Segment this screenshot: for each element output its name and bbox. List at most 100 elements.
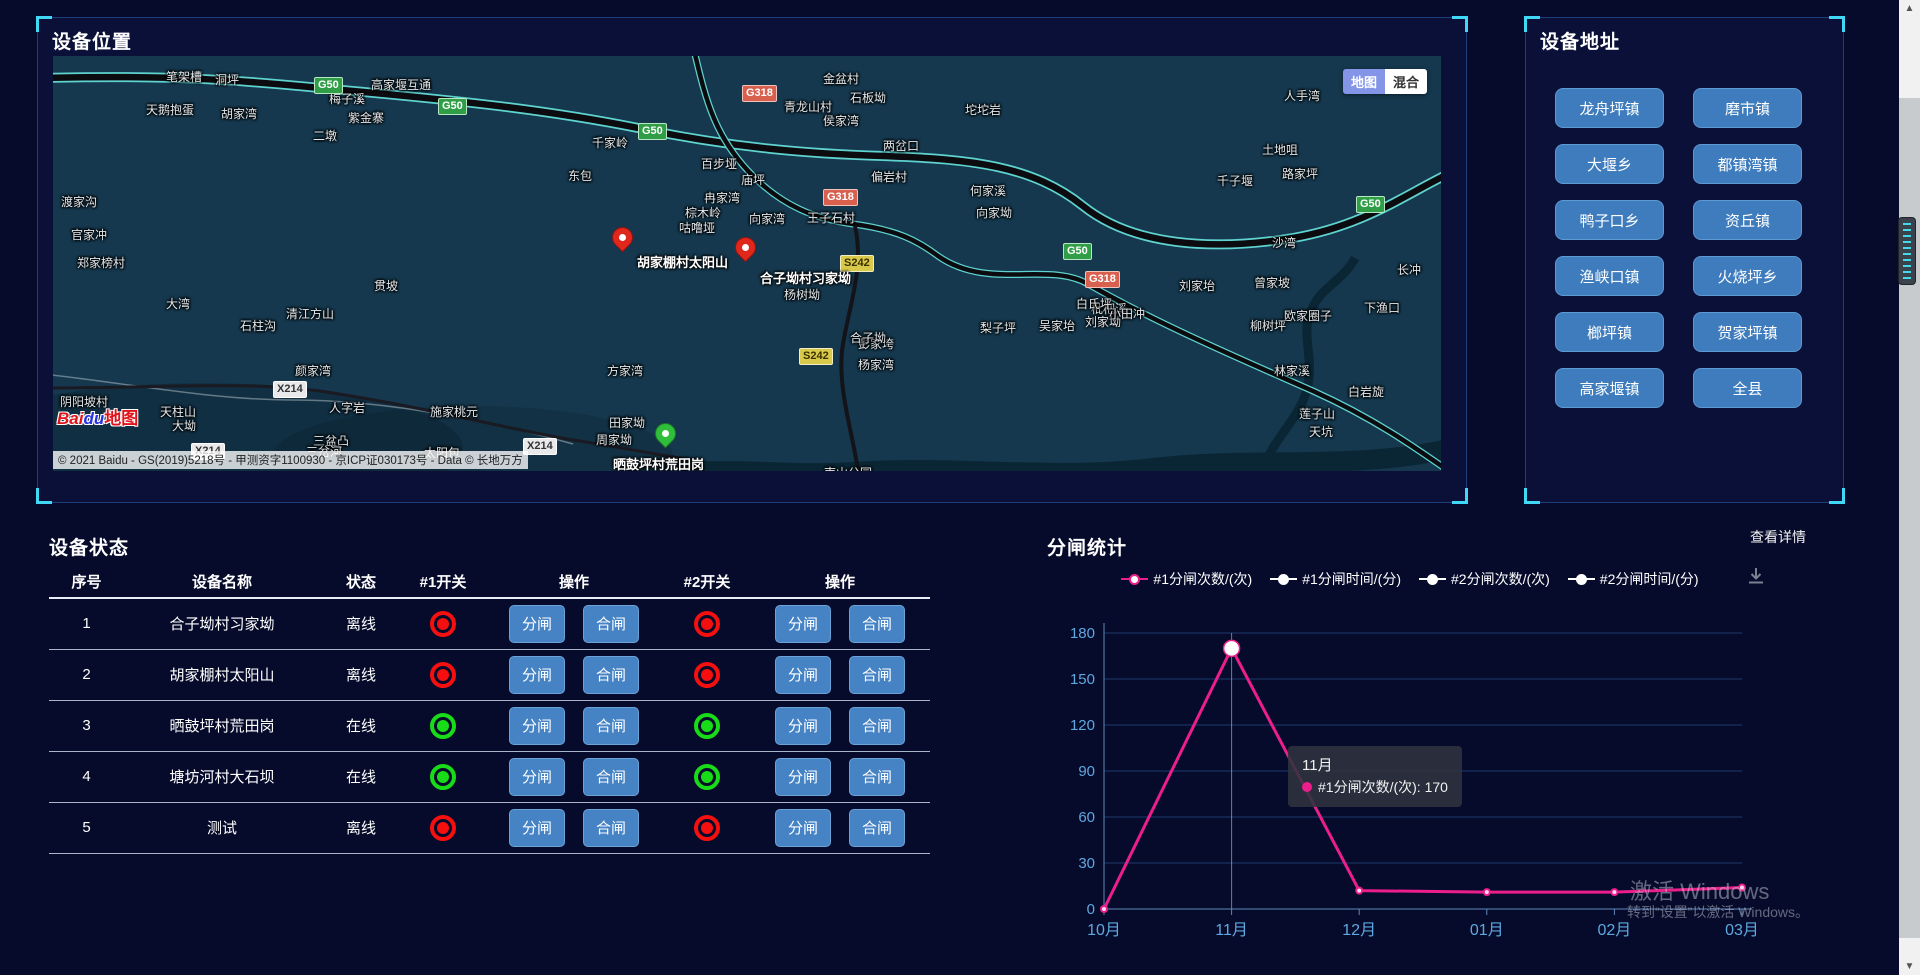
address-button[interactable]: 磨市镇 [1693, 88, 1802, 128]
open-switch1-button[interactable]: 分闸 [509, 809, 565, 847]
address-button[interactable]: 高家堰镇 [1555, 368, 1664, 408]
switch1-indicator [430, 815, 456, 841]
tooltip-value-line: #1分闸次数/(次): 170 [1302, 777, 1448, 799]
row-index: 4 [49, 751, 124, 802]
map-place-label: 曾家坡 [1254, 274, 1290, 291]
map-place-label: 长冲 [1397, 261, 1421, 278]
baidu-map[interactable]: 笔架槽洞坪高家堰互通天鹅抱蛋胡家湾梅子溪紫金寨二墩青龙山村金盆村石板坳侯家湾坨坨… [53, 56, 1441, 471]
legend-label: #2分闸次数/(次) [1451, 569, 1550, 589]
close-switch2-button[interactable]: 合闸 [849, 656, 905, 694]
map-place-label: 方家湾 [607, 362, 643, 379]
address-button[interactable]: 火烧坪乡 [1693, 256, 1802, 296]
corner-decoration [1524, 16, 1540, 32]
switch2-indicator [694, 611, 720, 637]
close-switch2-button[interactable]: 合闸 [849, 809, 905, 847]
map-type-option[interactable]: 地图 [1343, 69, 1385, 94]
open-switch2-button[interactable]: 分闸 [775, 758, 831, 796]
legend-item[interactable]: #2分闸时间/(分) [1568, 569, 1699, 589]
svg-text:30: 30 [1078, 855, 1095, 872]
baidu-logo[interactable]: Baidu地图 [57, 404, 138, 429]
row-index: 1 [49, 598, 124, 649]
chart-tooltip: 11月 #1分闸次数/(次): 170 [1288, 746, 1462, 807]
switch2-indicator [694, 662, 720, 688]
map-place-label: 梨子坪 [980, 319, 1016, 336]
address-button[interactable]: 全县 [1693, 368, 1802, 408]
close-switch2-button[interactable]: 合闸 [849, 707, 905, 745]
map-place-label: 笔架槽 [166, 68, 202, 85]
map-place-label: 沙湾 [1272, 234, 1296, 251]
 [1576, 574, 1587, 585]
open-switch1-button[interactable]: 分闸 [509, 656, 565, 694]
 [1129, 574, 1140, 585]
road-shield-g50: G50 [438, 98, 467, 115]
map-place-label: 千子堰 [1217, 172, 1253, 189]
legend-marker-icon [1419, 573, 1446, 585]
switch1-cell [402, 700, 484, 751]
switch2-cell [664, 649, 750, 700]
map-type-option[interactable]: 混合 [1385, 69, 1427, 94]
address-button[interactable]: 鸭子口乡 [1555, 200, 1664, 240]
address-button-grid: 龙舟坪镇磨市镇大堰乡都镇湾镇鸭子口乡资丘镇渔峡口镇火烧坪乡榔坪镇贺家坪镇高家堰镇… [1555, 88, 1802, 408]
address-button[interactable]: 都镇湾镇 [1693, 144, 1802, 184]
device-status: 离线 [320, 802, 402, 853]
row-index: 3 [49, 700, 124, 751]
map-place-label: 杨家湾 [858, 356, 894, 373]
close-switch1-button[interactable]: 合闸 [583, 707, 639, 745]
legend-label: #1分闸次数/(次) [1153, 569, 1252, 589]
open-switch1-button[interactable]: 分闸 [509, 758, 565, 796]
open-switch2-button[interactable]: 分闸 [775, 707, 831, 745]
close-switch1-button[interactable]: 合闸 [583, 605, 639, 643]
download-icon[interactable] [1745, 565, 1767, 587]
column-header: 设备名称 [124, 566, 320, 598]
open-switch2-button[interactable]: 分闸 [775, 809, 831, 847]
map-place-label: 二墩 [313, 127, 337, 144]
chart-legend: #1分闸次数/(次) #1分闸时间/(分) #2分闸次数/(次) #2分闸时间/(分) [1060, 569, 1760, 589]
scrollbar-down-arrow[interactable]: ▼ [1899, 961, 1920, 972]
column-header: 操作 [484, 566, 664, 598]
map-place-label: 向家湾 [749, 210, 785, 227]
svg-text:120: 120 [1070, 717, 1095, 734]
map-place-label: 下渔口 [1364, 299, 1400, 316]
legend-item[interactable]: #1分闸时间/(分) [1270, 569, 1401, 589]
view-details-link[interactable]: 查看详情 [1750, 527, 1806, 547]
open-switch1-button[interactable]: 分闸 [509, 605, 565, 643]
svg-text:03月: 03月 [1725, 922, 1759, 939]
close-switch1-button[interactable]: 合闸 [583, 809, 639, 847]
map-place-label: 土地咀 [1262, 141, 1298, 158]
map-type-control: 地图混合 [1343, 69, 1427, 94]
device-name: 塘坊河村大石坝 [124, 751, 320, 802]
address-button[interactable]: 龙舟坪镇 [1555, 88, 1664, 128]
device-name: 晒鼓坪村荒田岗 [124, 700, 320, 751]
operation1-cell: 分闸合闸 [484, 598, 664, 649]
map-place-label: 洞坪 [215, 71, 239, 88]
legend-item[interactable]: #2分闸次数/(次) [1419, 569, 1550, 589]
address-button[interactable]: 渔峡口镇 [1555, 256, 1664, 296]
road-shield-g318: G318 [1085, 271, 1120, 288]
close-switch1-button[interactable]: 合闸 [583, 758, 639, 796]
open-switch1-button[interactable]: 分闸 [509, 707, 565, 745]
address-button[interactable]: 榔坪镇 [1555, 312, 1664, 352]
address-button[interactable]: 大堰乡 [1555, 144, 1664, 184]
address-button[interactable]: 贺家坪镇 [1693, 312, 1802, 352]
scroll-indicator-widget[interactable] [1898, 217, 1916, 285]
page-scrollbar[interactable]: ▲ ▼ [1899, 0, 1920, 975]
map-place-label: 大坳 [172, 417, 196, 434]
svg-text:01月: 01月 [1470, 922, 1504, 939]
svg-text:10月: 10月 [1087, 922, 1121, 939]
scrollbar-up-arrow[interactable]: ▲ [1899, 3, 1920, 14]
switch2-cell [664, 802, 750, 853]
open-switch2-button[interactable]: 分闸 [775, 605, 831, 643]
open-switch2-button[interactable]: 分闸 [775, 656, 831, 694]
map-place-label: 庙坪 [741, 171, 765, 188]
table-row: 5测试离线分闸合闸分闸合闸 [49, 802, 930, 853]
address-button[interactable]: 资丘镇 [1693, 200, 1802, 240]
map-place-label: 小田冲 [1109, 305, 1145, 322]
close-switch2-button[interactable]: 合闸 [849, 605, 905, 643]
legend-item[interactable]: #1分闸次数/(次) [1121, 569, 1252, 589]
map-place-label: 柳树坪 [1250, 317, 1286, 334]
map-place-label: 清江方山 [286, 305, 334, 322]
close-switch1-button[interactable]: 合闸 [583, 656, 639, 694]
corner-decoration [36, 488, 52, 504]
close-switch2-button[interactable]: 合闸 [849, 758, 905, 796]
series-dot-icon [1302, 782, 1312, 792]
